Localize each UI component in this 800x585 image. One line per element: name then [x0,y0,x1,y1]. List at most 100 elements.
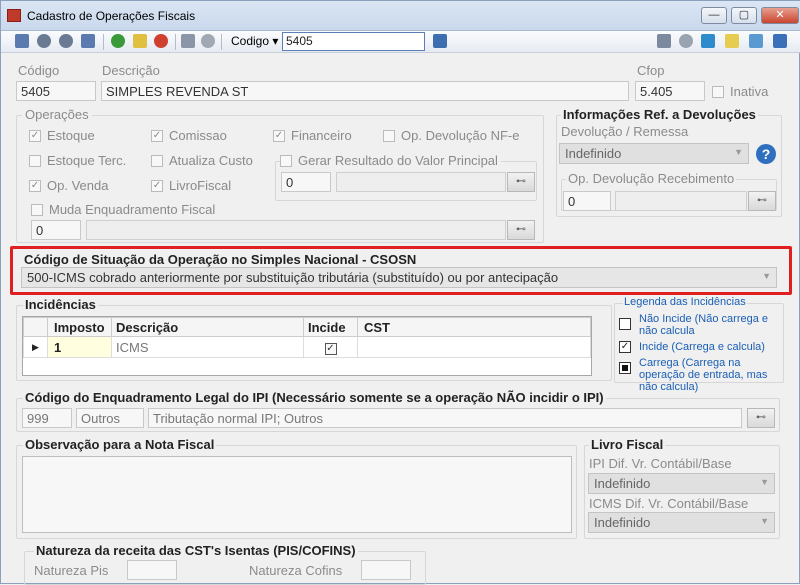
title-bar: Cadastro de Operações Fiscais — ▢ ✕ [1,1,800,31]
chevron-down-icon: ▼ [762,271,771,281]
devolucao-remessa-select[interactable]: Indefinido ▼ [559,143,749,164]
descricao-label: Descrição [102,63,160,78]
refresh-icon[interactable] [701,34,715,48]
col-incide[interactable]: Incide [303,317,358,337]
window-title: Cadastro de Operações Fiscais [27,9,196,23]
devolucao-remessa-label: Devolução / Remessa [561,124,689,139]
cell-cst[interactable] [357,336,591,358]
settings-icon[interactable] [679,34,693,48]
cell-descricao[interactable]: ICMS [111,336,304,358]
previous-record-icon[interactable] [37,34,51,48]
lookup-icon[interactable]: ⊷ [507,172,535,192]
save-icon[interactable] [181,34,195,48]
table-row[interactable]: ▶ 1 ICMS ✓ [23,336,591,358]
col-cst[interactable]: CST [357,317,591,337]
exit-icon[interactable] [773,34,787,48]
undo-icon[interactable] [201,34,215,48]
gerar-resultado-code[interactable]: 0 [281,172,331,192]
operacoes-title: Operações [22,107,92,122]
notes-icon[interactable] [725,34,739,48]
inativa-label: Inativa [730,84,769,99]
natureza-cofins-field[interactable] [361,560,411,580]
legenda-title: Legenda das Incidências [623,296,747,308]
icms-dif-select[interactable]: Indefinido ▼ [588,512,775,533]
col-imposto[interactable]: Imposto [47,317,112,337]
row-selector-icon[interactable]: ▶ [23,336,48,358]
legend-nao-incide-icon [619,318,631,330]
delete-icon[interactable] [154,34,168,48]
csosn-title: Código de Situação da Operação no Simple… [24,252,417,267]
estoque-checkbox[interactable]: ✓ Estoque [29,128,95,143]
search-icon[interactable] [433,34,447,48]
toolbar-separator [103,34,104,50]
print-icon[interactable] [657,34,671,48]
legend-nao-incide: Não Incide (Não carrega e não calcula [639,313,769,337]
comissao-checkbox[interactable]: ✓ Comissao [151,128,227,143]
estoque-terc-checkbox[interactable]: Estoque Terc. [29,153,126,168]
natureza-pis-label: Natureza Pis [34,563,109,578]
inativa-checkbox[interactable]: Inativa [712,84,768,99]
first-record-icon[interactable] [15,34,29,48]
toolbar-separator [221,34,222,50]
ipi-dif-select[interactable]: Indefinido ▼ [588,473,775,494]
observacao-title: Observação para a Nota Fiscal [23,437,217,452]
legend-incide: Incide (Carrega e calcula) [639,341,765,353]
maximize-button[interactable]: ▢ [731,7,757,24]
edit-icon[interactable] [133,34,147,48]
search-field-selector[interactable]: Codigo ▾ [231,34,278,48]
search-input[interactable]: 5405 [282,32,425,51]
lookup-icon[interactable]: ⊷ [507,220,535,240]
livrofiscal-checkbox[interactable]: ✓ LivroFiscal [151,178,231,193]
minimize-button[interactable]: — [701,7,727,24]
incidencias-title: Incidências [23,297,98,312]
checkbox-icon[interactable] [712,85,724,98]
chevron-down-icon: ▼ [734,147,743,157]
natureza-pis-field[interactable] [127,560,177,580]
window: Cadastro de Operações Fiscais — ▢ ✕ Codi… [0,0,800,585]
ipi-code[interactable]: 999 [22,408,72,428]
add-icon[interactable] [111,34,125,48]
icms-dif-label: ICMS Dif. Vr. Contábil/Base [589,496,749,511]
close-button[interactable]: ✕ [761,7,799,24]
financeiro-checkbox[interactable]: ✓ Financeiro [273,128,352,143]
toolbar-separator [175,34,176,50]
cell-incide[interactable]: ✓ [303,336,358,358]
lookup-icon[interactable]: ⊷ [747,408,775,428]
cfop-label: Cfop [637,63,665,78]
op-dev-receb-label: Op. Devolução Recebimento [566,171,737,186]
muda-enq-code[interactable]: 0 [31,220,81,240]
col-descricao[interactable]: Descrição [111,317,304,337]
natureza-cofins-label: Natureza Cofins [249,563,343,578]
next-record-icon[interactable] [59,34,73,48]
help-icon[interactable]: ? [756,144,776,164]
csosn-select[interactable]: 500-ICMS cobrado anteriormente por subst… [21,267,777,288]
op-venda-checkbox[interactable]: ✓ Op. Venda [29,178,108,193]
legend-carrega: Carrega (Carrega na operação de entrada,… [639,357,768,393]
muda-enq-desc [86,220,506,240]
descricao-field[interactable]: SIMPLES REVENDA ST [101,81,629,101]
ipi-dif-label: IPI Dif. Vr. Contábil/Base [589,456,732,471]
observacao-textarea[interactable] [22,456,572,533]
ipi-description: Tributação normal IPI; Outros [148,408,742,428]
lookup-icon[interactable]: ⊷ [748,191,776,211]
last-record-icon[interactable] [81,34,95,48]
codigo-label: Código [18,63,60,78]
op-devolucao-checkbox[interactable]: Op. Devolução NF-e [383,128,520,143]
muda-enquadramento-checkbox[interactable]: Muda Enquadramento Fiscal [31,202,219,217]
codigo-field[interactable]: 5405 [16,81,96,101]
cfop-field[interactable]: 5.405 [635,81,705,101]
row-header-cell [23,317,48,337]
legend-incide-icon: ✓ [619,341,631,353]
ipi-title: Código do Enquadramento Legal do IPI (Ne… [23,390,606,405]
natureza-title: Natureza da receita das CST's Isentas (P… [34,543,358,558]
toolbar: Codigo ▾ 5405 [1,31,800,53]
op-dev-receb-code[interactable]: 0 [563,191,611,211]
op-dev-receb-desc [615,191,747,211]
livro-fiscal-title: Livro Fiscal [589,437,666,452]
gerar-resultado-checkbox[interactable]: Gerar Resultado do Valor Principal [280,153,501,168]
export-icon[interactable] [749,34,763,48]
legend-carrega-icon [619,362,631,374]
incide-checkbox[interactable]: ✓ [324,343,337,355]
atualiza-custo-checkbox[interactable]: Atualiza Custo [151,153,253,168]
cell-imposto[interactable]: 1 [47,336,112,358]
